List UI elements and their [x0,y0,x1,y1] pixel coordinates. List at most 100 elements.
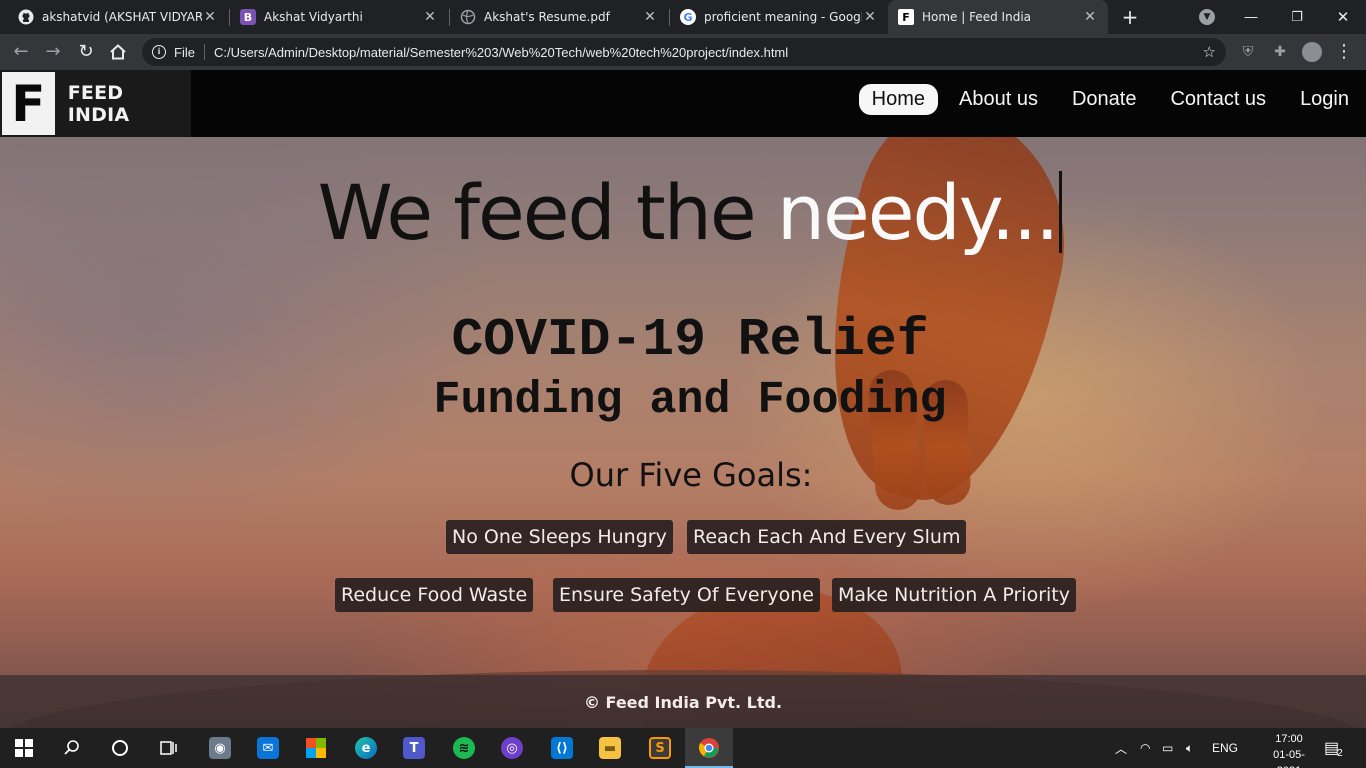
taskbar-mail[interactable]: ✉ [244,728,292,768]
action-center-button[interactable]: ▤ 2 [1324,728,1343,768]
camera-icon: ◉ [209,737,231,759]
taskbar-office[interactable] [292,728,340,768]
site-nav-links: Home About us Donate Contact us Login [858,82,1366,116]
headline-static-text: We feed the [317,168,757,257]
browser-toolbar: ← → ↻ i File C:/Users/Admin/Desktop/mate… [0,34,1366,70]
close-icon[interactable]: ✕ [422,9,438,25]
scheme-label: File [174,44,195,60]
minimize-button[interactable]: ― [1228,0,1274,34]
taskbar-search-button[interactable] [48,728,96,768]
goal-badge: Reach Each And Every Slum [687,520,967,554]
tab-search-button[interactable]: ▼ [1184,0,1230,34]
goal-badge: No One Sleeps Hungry [446,520,673,554]
browser-tabstrip: akshatvid (AKSHAT VIDYARTHI ✕ B Akshat V… [0,0,1366,34]
nav-contact-us[interactable]: Contact us [1157,84,1279,115]
info-icon[interactable]: i [152,45,166,59]
feed-india-favicon: F [898,9,914,25]
vscode-icon: ⟨⟩ [551,737,573,759]
tray-show-hidden-icons[interactable]: ︿ [1115,728,1127,768]
taskbar-clock[interactable]: 17:00 01-05-2021 [1262,731,1316,768]
notification-count: 2 [1337,747,1343,759]
close-icon[interactable]: ✕ [642,9,658,25]
nav-about-us[interactable]: About us [946,84,1051,115]
taskbar-spotify[interactable]: ≋ [440,728,488,768]
taskbar-chrome[interactable] [685,728,733,768]
profile-avatar[interactable] [1302,42,1322,62]
address-bar[interactable]: i File C:/Users/Admin/Desktop/material/S… [142,38,1226,66]
office-icon [306,738,326,758]
tab-title: Home | Feed India [922,10,1032,24]
browser-tab-github[interactable]: akshatvid (AKSHAT VIDYARTHI ✕ [8,0,228,34]
spotify-icon: ≋ [453,737,475,759]
tray-battery[interactable]: ▭ [1162,728,1173,768]
goal-badge: Reduce Food Waste [335,578,534,612]
cortana-button[interactable] [96,728,144,768]
taskbar-sublime-text[interactable]: S [636,728,684,768]
task-view-button[interactable] [144,728,192,768]
tray-language[interactable]: ENG [1212,728,1238,768]
wifi-icon: ◠ [1140,741,1151,755]
sublime-text-icon: S [649,737,671,759]
tray-volume[interactable]: 🔈︎ [1186,728,1193,768]
shield-extension-icon[interactable]: ⛨ [1238,42,1258,62]
logo-letter: F [11,74,46,133]
taskbar-camera[interactable]: ◉ [196,728,244,768]
restore-button[interactable]: ❐ [1274,0,1320,34]
reload-button[interactable]: ↻ [73,39,99,65]
forward-button[interactable]: → [40,39,66,65]
browser-tab-google[interactable]: G proficient meaning - Google ✕ [670,0,888,34]
typing-cursor [1059,171,1063,253]
chevron-up-icon: ︿ [1115,741,1128,756]
task-view-icon [160,741,177,755]
tab-title: proficient meaning - Google [704,10,862,24]
tab-title: Akshat Vidyarthi [264,10,363,24]
taskbar-teams[interactable]: T [390,728,438,768]
close-icon[interactable]: ✕ [862,9,878,25]
file-explorer-icon: ▬ [599,737,621,759]
windows-start-icon [15,739,33,757]
teams-icon: T [403,737,425,759]
browser-tab-portfolio[interactable]: B Akshat Vidyarthi ✕ [230,0,448,34]
browser-tab-feed-india[interactable]: F Home | Feed India ✕ [888,0,1108,34]
new-tab-button[interactable]: + [1118,5,1142,29]
goal-badge: Make Nutrition A Priority [832,578,1076,612]
back-button[interactable]: ← [8,39,34,65]
taskbar-vscode[interactable]: ⟨⟩ [538,728,586,768]
goal-badge: Ensure Safety Of Everyone [553,578,820,612]
headline-typed-text: needy... [776,168,1060,257]
relief-subheading: Funding and Fooding [433,375,947,426]
tray-wifi[interactable]: ◠ [1140,728,1150,768]
start-button[interactable] [0,728,48,768]
brand-name: FEED INDIA [67,81,130,126]
site-brand[interactable]: F FEED INDIA [0,70,191,137]
github-desktop-icon: ◎ [501,737,523,759]
taskbar-edge[interactable]: e [342,728,390,768]
arrow-right-icon: → [45,41,61,62]
tab-title: Akshat's Resume.pdf [484,10,610,24]
arrow-left-icon: ← [13,41,29,62]
bookmark-star-icon[interactable]: ☆ [1203,43,1216,61]
mail-icon: ✉ [257,737,279,759]
window-close-button[interactable]: ✕ [1320,0,1366,34]
browser-menu-kebab-icon[interactable]: ⋮ [1334,42,1354,62]
browser-tab-resume[interactable]: Akshat's Resume.pdf ✕ [450,0,668,34]
tab-title: akshatvid (AKSHAT VIDYARTHI [42,10,202,24]
google-icon: G [680,9,696,25]
goals-title: Our Five Goals: [569,456,813,494]
close-icon[interactable]: ✕ [1082,9,1098,25]
close-icon[interactable]: ✕ [202,9,218,25]
nav-donate[interactable]: Donate [1059,84,1150,115]
home-button[interactable] [105,39,131,65]
site-navbar: F FEED INDIA Home About us Donate Contac… [0,70,1366,137]
url-text[interactable]: C:/Users/Admin/Desktop/material/Semester… [214,45,788,60]
hero-headline: We feed the needy... [0,168,1366,257]
taskbar-github-desktop[interactable]: ◎ [488,728,536,768]
extensions-puzzle-icon[interactable]: ✚ [1270,42,1290,62]
page-viewport: F FEED INDIA Home About us Donate Contac… [0,70,1366,728]
taskbar-file-explorer[interactable]: ▬ [586,728,634,768]
nav-home[interactable]: Home [858,83,938,115]
windows-taskbar: ◉ ✉ e T ≋ ◎ ⟨⟩ ▬ S ︿ ◠ ▭ 🔈︎ ENG 17:00 01… [0,728,1366,768]
speaker-icon: 🔈︎ [1186,740,1194,755]
nav-login[interactable]: Login [1287,84,1362,115]
chrome-icon [699,738,719,758]
